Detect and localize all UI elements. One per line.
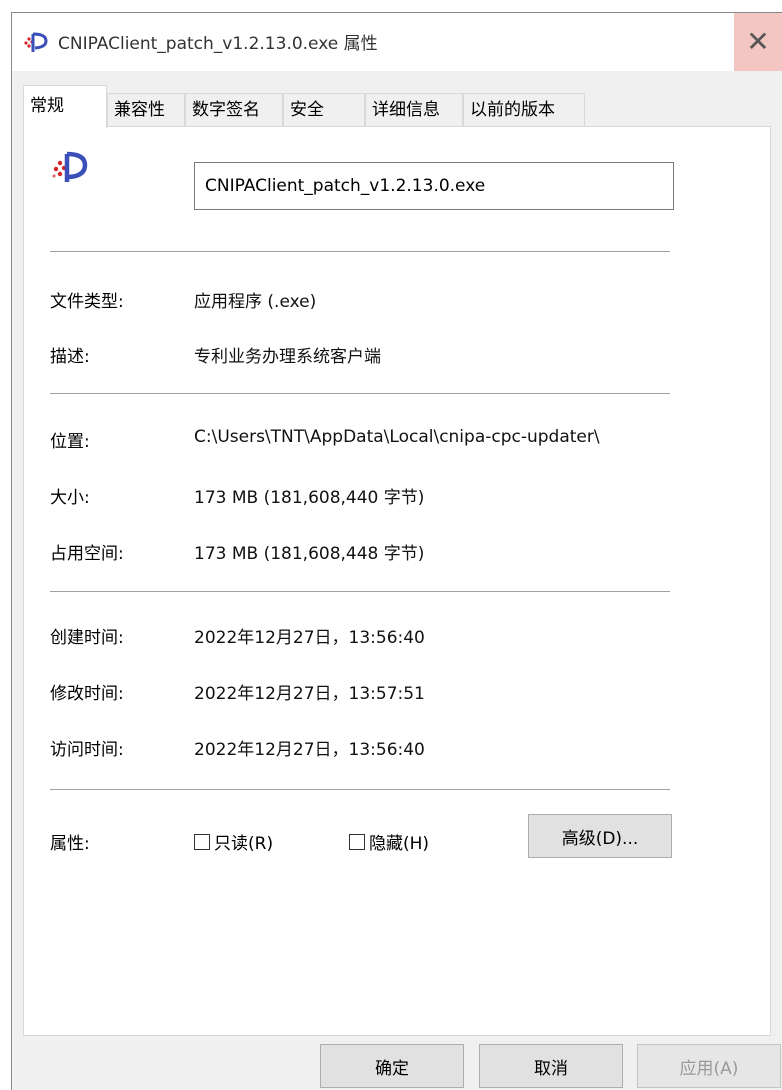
window-title: CNIPAClient_patch_v1.2.13.0.exe 属性 bbox=[58, 34, 378, 54]
size-value: 173 MB (181,608,440 字节) bbox=[194, 488, 425, 508]
hidden-checkbox-label: 隐藏(H) bbox=[369, 834, 430, 854]
advanced-button[interactable]: 高级(D)... bbox=[528, 814, 672, 858]
tab-details[interactable]: 详细信息 bbox=[365, 93, 463, 126]
size-on-disk-label: 占用空间: bbox=[50, 544, 124, 564]
title-bar: CNIPAClient_patch_v1.2.13.0.exe 属性 ✕ bbox=[12, 13, 782, 71]
hidden-checkbox[interactable]: 隐藏(H) bbox=[349, 829, 429, 854]
attributes-label: 属性: bbox=[50, 834, 90, 854]
divider bbox=[50, 393, 670, 394]
general-tab-panel: CNIPAClient_patch_v1.2.13.0.exe 文件类型: 应用… bbox=[23, 126, 771, 1036]
properties-window: CNIPAClient_patch_v1.2.13.0.exe 属性 ✕ 常规 … bbox=[11, 12, 782, 1090]
created-label: 创建时间: bbox=[50, 628, 124, 648]
readonly-checkbox[interactable]: 只读(R) bbox=[194, 829, 273, 854]
divider bbox=[50, 789, 670, 790]
size-on-disk-value: 173 MB (181,608,448 字节) bbox=[194, 544, 425, 564]
checkbox-box[interactable] bbox=[194, 833, 210, 850]
file-name-input[interactable]: CNIPAClient_patch_v1.2.13.0.exe bbox=[194, 162, 674, 210]
accessed-label: 访问时间: bbox=[50, 740, 124, 760]
tab-previous-versions[interactable]: 以前的版本 bbox=[463, 93, 585, 126]
tab-compatibility[interactable]: 兼容性 bbox=[107, 93, 185, 126]
close-button[interactable]: ✕ bbox=[734, 13, 782, 71]
tab-general[interactable]: 常规 bbox=[23, 85, 107, 128]
description-value: 专利业务办理系统客户端 bbox=[194, 347, 381, 367]
tab-security[interactable]: 安全 bbox=[283, 93, 365, 126]
divider bbox=[50, 251, 670, 252]
divider bbox=[50, 591, 670, 592]
file-type-value: 应用程序 (.exe) bbox=[194, 292, 317, 312]
location-label: 位置: bbox=[50, 432, 90, 452]
tab-digital-signatures[interactable]: 数字签名 bbox=[185, 93, 283, 126]
size-label: 大小: bbox=[50, 488, 90, 508]
ok-button[interactable]: 确定 bbox=[320, 1044, 464, 1088]
apply-button[interactable]: 应用(A) bbox=[637, 1044, 781, 1088]
accessed-value: 2022年12月27日，13:56:40 bbox=[194, 740, 425, 760]
app-logo-icon bbox=[24, 32, 48, 52]
app-logo-icon bbox=[52, 151, 88, 182]
checkbox-box[interactable] bbox=[349, 833, 365, 850]
readonly-checkbox-label: 只读(R) bbox=[214, 834, 274, 854]
created-value: 2022年12月27日，13:56:40 bbox=[194, 628, 425, 648]
file-type-label: 文件类型: bbox=[50, 292, 124, 312]
modified-label: 修改时间: bbox=[50, 684, 124, 704]
modified-value: 2022年12月27日，13:57:51 bbox=[194, 684, 425, 704]
description-label: 描述: bbox=[50, 347, 90, 367]
close-icon: ✕ bbox=[746, 25, 770, 58]
cancel-button[interactable]: 取消 bbox=[479, 1044, 623, 1088]
location-value: C:\Users\TNT\AppData\Local\cnipa-cpc-upd… bbox=[194, 427, 600, 447]
